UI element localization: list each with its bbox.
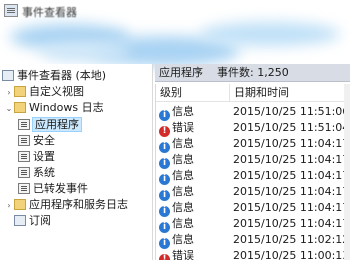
event-table: 级别 日期和时间 i 信息 2015/10/25 11:51:06! 错误 2015/1… <box>155 84 350 260</box>
log-name: 应用程序 <box>159 66 203 79</box>
tree-item-application[interactable]: 应用程序 <box>18 117 82 133</box>
level-cell: i 信息 <box>159 184 194 201</box>
tree-item-label: 自定义视图 <box>29 85 84 98</box>
folder-icon <box>14 199 26 210</box>
chevron-right-icon[interactable]: › <box>4 85 14 101</box>
subscription-icon <box>14 215 26 226</box>
table-row[interactable]: i 信息 2015/10/25 11:04:17 <box>156 152 350 169</box>
level-text: 信息 <box>172 105 194 118</box>
level-cell: i 信息 <box>159 136 194 153</box>
tree-item-label: Windows 日志 <box>29 101 104 114</box>
level-cell: i 信息 <box>159 152 194 169</box>
event-viewer-icon <box>4 4 18 17</box>
table-row[interactable]: ! 错误 2015/10/25 11:51:04 <box>156 120 350 137</box>
level-text: 信息 <box>172 217 194 230</box>
event-count: 事件数: 1,250 <box>217 66 289 79</box>
log-icon <box>18 119 30 130</box>
error-icon: ! <box>159 254 170 260</box>
tree-item-label: 安全 <box>33 134 55 147</box>
level-text: 错误 <box>172 249 194 260</box>
datetime-cell: 2015/10/25 11:04:17 <box>233 137 350 150</box>
level-text: 信息 <box>172 201 194 214</box>
window-title: 事件查看器 <box>22 6 77 19</box>
tree-item-label: 应用程序 <box>32 117 82 132</box>
level-cell: i 信息 <box>159 232 194 249</box>
navigation-tree: 事件查看器 (本地) › 自定义视图 ⌄ Windows 日志 应用程序 安全 设置… <box>0 64 153 260</box>
column-header-datetime[interactable]: 日期和时间 <box>230 84 350 102</box>
level-cell: i 信息 <box>159 200 194 217</box>
vertical-scrollbar[interactable] <box>344 84 350 260</box>
tree-item-subscriptions[interactable]: 订阅 <box>14 213 51 229</box>
datetime-cell: 2015/10/25 11:51:06 <box>233 105 350 118</box>
title-bar: 事件查看器 <box>0 0 350 22</box>
datetime-cell: 2015/10/25 11:04:17 <box>233 153 350 166</box>
datetime-cell: 2015/10/25 11:04:17 <box>233 185 350 198</box>
table-row[interactable]: ! 错误 2015/10/25 11:00:13 <box>156 248 350 260</box>
tree-item-security[interactable]: 安全 <box>18 133 55 149</box>
tree-item-label: 已转发事件 <box>33 182 88 195</box>
tree-item-forwarded-events[interactable]: 已转发事件 <box>18 181 88 197</box>
tree-item-label: 系统 <box>33 166 55 179</box>
datetime-cell: 2015/10/25 11:04:17 <box>233 201 350 214</box>
level-text: 错误 <box>172 121 194 134</box>
tree-item-custom-views[interactable]: › 自定义视图 <box>4 84 84 100</box>
tree-item-setup[interactable]: 设置 <box>18 149 55 165</box>
event-viewer-icon <box>2 70 14 81</box>
level-text: 信息 <box>172 137 194 150</box>
datetime-cell: 2015/10/25 11:04:17 <box>233 169 350 182</box>
chevron-right-icon[interactable]: › <box>4 198 14 214</box>
tree-item-system[interactable]: 系统 <box>18 165 55 181</box>
table-row[interactable]: i 信息 2015/10/25 11:04:17 <box>156 136 350 153</box>
tree-item-label: 应用程序和服务日志 <box>29 198 128 211</box>
log-icon <box>18 183 30 194</box>
tree-item-label: 订阅 <box>29 214 51 227</box>
log-header: 应用程序 事件数: 1,250 <box>155 64 350 82</box>
table-row[interactable]: i 信息 2015/10/25 11:04:17 <box>156 216 350 233</box>
tree-item-app-service-logs[interactable]: › 应用程序和服务日志 <box>4 197 128 213</box>
datetime-cell: 2015/10/25 11:02:12 <box>233 233 350 246</box>
table-row[interactable]: i 信息 2015/10/25 11:02:12 <box>156 232 350 249</box>
level-cell: i 信息 <box>159 168 194 185</box>
event-list-pane: 应用程序 事件数: 1,250 级别 日期和时间 i 信息 2015/10/25 11… <box>155 64 350 260</box>
column-header-level[interactable]: 级别 <box>156 84 230 102</box>
toolbar-area <box>0 22 350 66</box>
datetime-cell: 2015/10/25 11:51:04 <box>233 121 350 134</box>
tree-item-label: 设置 <box>33 150 55 163</box>
log-icon <box>18 151 30 162</box>
level-text: 信息 <box>172 233 194 246</box>
level-cell: ! 错误 <box>159 248 194 260</box>
table-row[interactable]: i 信息 2015/10/25 11:04:17 <box>156 200 350 217</box>
datetime-cell: 2015/10/25 11:04:17 <box>233 217 350 230</box>
log-icon <box>18 135 30 146</box>
level-cell: i 信息 <box>159 104 194 121</box>
chevron-down-icon[interactable]: ⌄ <box>4 101 14 117</box>
folder-icon <box>14 86 26 97</box>
table-row[interactable]: i 信息 2015/10/25 11:04:17 <box>156 168 350 185</box>
datetime-cell: 2015/10/25 11:00:13 <box>233 249 350 260</box>
level-cell: ! 错误 <box>159 120 194 137</box>
tree-item-event-viewer-local[interactable]: 事件查看器 (本地) <box>2 68 106 84</box>
folder-icon <box>14 102 26 113</box>
tree-item-windows-logs[interactable]: ⌄ Windows 日志 <box>4 100 104 116</box>
level-text: 信息 <box>172 185 194 198</box>
level-text: 信息 <box>172 169 194 182</box>
level-cell: i 信息 <box>159 216 194 233</box>
table-row[interactable]: i 信息 2015/10/25 11:51:06 <box>156 104 350 121</box>
table-row[interactable]: i 信息 2015/10/25 11:04:17 <box>156 184 350 201</box>
level-text: 信息 <box>172 153 194 166</box>
tree-item-label: 事件查看器 (本地) <box>17 69 107 82</box>
log-icon <box>18 167 30 178</box>
